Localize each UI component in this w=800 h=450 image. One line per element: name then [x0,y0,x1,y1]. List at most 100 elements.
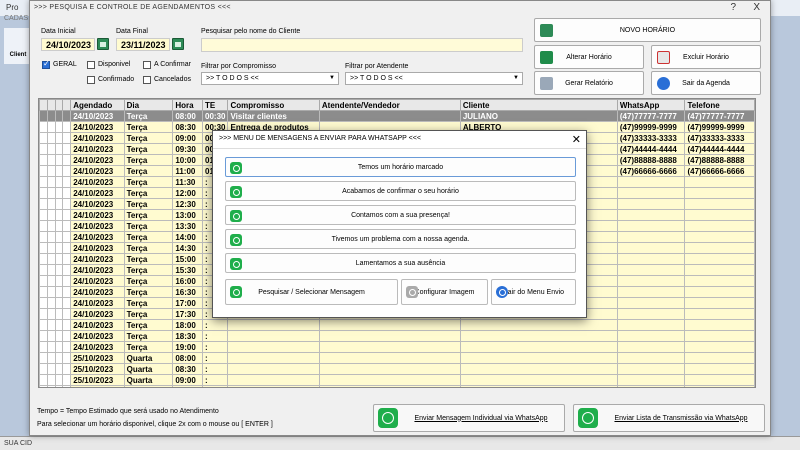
column-header[interactable]: Agendado [70,99,125,111]
row-marker-cell [39,242,48,254]
row-marker-cell [62,198,72,210]
gerar-relatorio-button[interactable]: Gerar Relatório [534,71,644,95]
table-cell: 24/10/2023 [70,209,125,221]
table-cell: 24/10/2023 [70,132,125,144]
row-marker-cell [46,308,56,320]
table-cell: (47)44444-4444 [616,143,686,155]
exit-icon [496,286,508,298]
table-cell [227,352,320,364]
pesquisar-mensagem-label: Pesquisar / Selecionar Mensagem [258,288,365,296]
close-window-button[interactable]: X [753,2,760,13]
table-header-row: Agendado Dia Hora TE Compromisso Atendente/Ve… [39,99,755,111]
help-button[interactable]: ? [730,2,736,13]
table-cell: 24/10/2023 [70,143,125,155]
a-confirmar-checkbox[interactable] [143,61,151,69]
date-end-label: Data Final [116,28,148,35]
table-row[interactable]: 24/10/2023 Terça 18:30: [39,330,755,342]
background-menu[interactable]: CADAS [0,15,30,27]
column-header[interactable]: TE [202,99,229,111]
wa-individual-button[interactable]: Enviar Mensagem Individual via WhatsApp [373,404,565,432]
message-option[interactable]: Temos um horário marcado [225,157,576,177]
message-option[interactable]: Acabamos de confirmar o seu horário [225,181,576,201]
row-marker-cell [62,187,72,199]
row-marker-cell [46,165,56,177]
column-header[interactable]: Cliente [459,99,618,111]
column-header[interactable]: Telefone [684,99,755,111]
table-cell [616,352,686,364]
confirmado-checkbox[interactable] [87,76,95,84]
table-cell [227,385,320,387]
column-header[interactable]: Dia [123,99,174,111]
table-row[interactable]: 24/10/2023 Terça 18:00: [39,319,755,331]
row-marker-cell [39,319,48,331]
row-marker-cell [62,132,72,144]
row-marker-cell [54,363,64,375]
table-cell [684,352,755,364]
client-search-input[interactable] [201,38,523,52]
table-cell: 10:00 [172,154,204,166]
novo-horario-button[interactable]: NOVO HORÁRIO [534,18,761,42]
table-cell [616,341,686,353]
row-marker-cell [46,253,56,265]
column-header[interactable]: Hora [172,99,204,111]
table-row[interactable]: 25/10/2023 Quarta 08:00: [39,352,755,364]
client-shortcut[interactable]: Client [4,28,32,64]
table-cell: (47)77777-7777 [684,110,755,122]
whatsapp-icon [230,286,242,298]
row-marker-cell [54,242,64,254]
table-cell: : [202,363,229,375]
table-cell [227,363,320,375]
row-marker-cell [54,341,64,353]
row-marker-cell [62,341,72,353]
table-cell [318,330,461,342]
table-row[interactable]: 24/10/2023 Terça 19:00: [39,341,755,353]
table-cell: Terça [123,275,174,287]
message-text: Tivemos um problema com a nossa agenda. [331,235,470,243]
geral-checkbox[interactable] [42,59,50,69]
wa-lista-button[interactable]: Enviar Lista de Transmissão via WhatsApp [573,404,765,432]
message-option[interactable]: Contamos com a sua presença! [225,205,576,225]
row-marker-cell [62,264,72,276]
row-marker-cell [39,220,48,232]
message-option[interactable]: Lamentamos a sua ausência [225,253,576,273]
calendar-icon[interactable] [172,38,184,50]
disponivel-checkbox[interactable] [87,61,95,69]
date-end-field[interactable]: 23/11/2023 [116,38,170,51]
row-marker-cell [54,374,64,386]
table-row[interactable]: 25/10/2023 Quarta 08:30: [39,363,755,375]
table-row[interactable]: 25/10/2023Quarta09:30: [39,385,755,387]
row-marker-cell [54,165,64,177]
message-option[interactable]: Tivemos um problema com a nossa agenda. [225,229,576,249]
table-cell [616,209,686,221]
table-cell: 14:00 [172,231,204,243]
atendente-select[interactable]: >> T O D O S << ▼ [345,72,523,85]
table-row[interactable]: 24/10/2023 Terça 08:00 00:30 Visitar cliente… [39,110,755,122]
table-row[interactable]: 25/10/2023 Quarta 09:00: [39,374,755,386]
cancelados-checkbox[interactable] [143,76,151,84]
table-cell: 24/10/2023 [70,154,125,166]
table-cell: Terça [123,253,174,265]
table-cell: Terça [123,143,174,155]
alterar-horario-button[interactable]: Alterar Horário [534,45,644,69]
pesquisar-mensagem-button[interactable]: Pesquisar / Selecionar Mensagem [225,279,398,305]
sair-agenda-button[interactable]: Sair da Agenda [651,71,761,95]
sair-menu-envio-button[interactable]: Sair do Menu Envio [491,279,576,305]
column-header[interactable]: WhatsApp [616,99,686,111]
row-marker-cell [39,264,48,276]
table-cell [684,264,755,276]
tempo-note: Tempo = Tempo Estimado que será usado no… [37,408,219,415]
table-cell [616,231,686,243]
date-start-field[interactable]: 24/10/2023 [41,38,95,51]
table-cell [616,308,686,320]
whatsapp-icon [230,234,242,246]
configurar-imagem-button[interactable]: Configurar Imagem [401,279,488,305]
row-marker-cell [54,231,64,243]
close-icon[interactable]: ✕ [572,133,581,146]
compromisso-select[interactable]: >> T O D O S << ▼ [201,72,339,85]
excluir-horario-button[interactable]: Excluir Horário [651,45,761,69]
column-header[interactable]: Compromisso [227,99,320,111]
row-marker-cell [62,286,72,298]
calendar-icon[interactable] [97,38,109,50]
column-header[interactable]: Atendente/Vendedor [318,99,461,111]
message-text: Lamentamos a sua ausência [355,259,446,267]
